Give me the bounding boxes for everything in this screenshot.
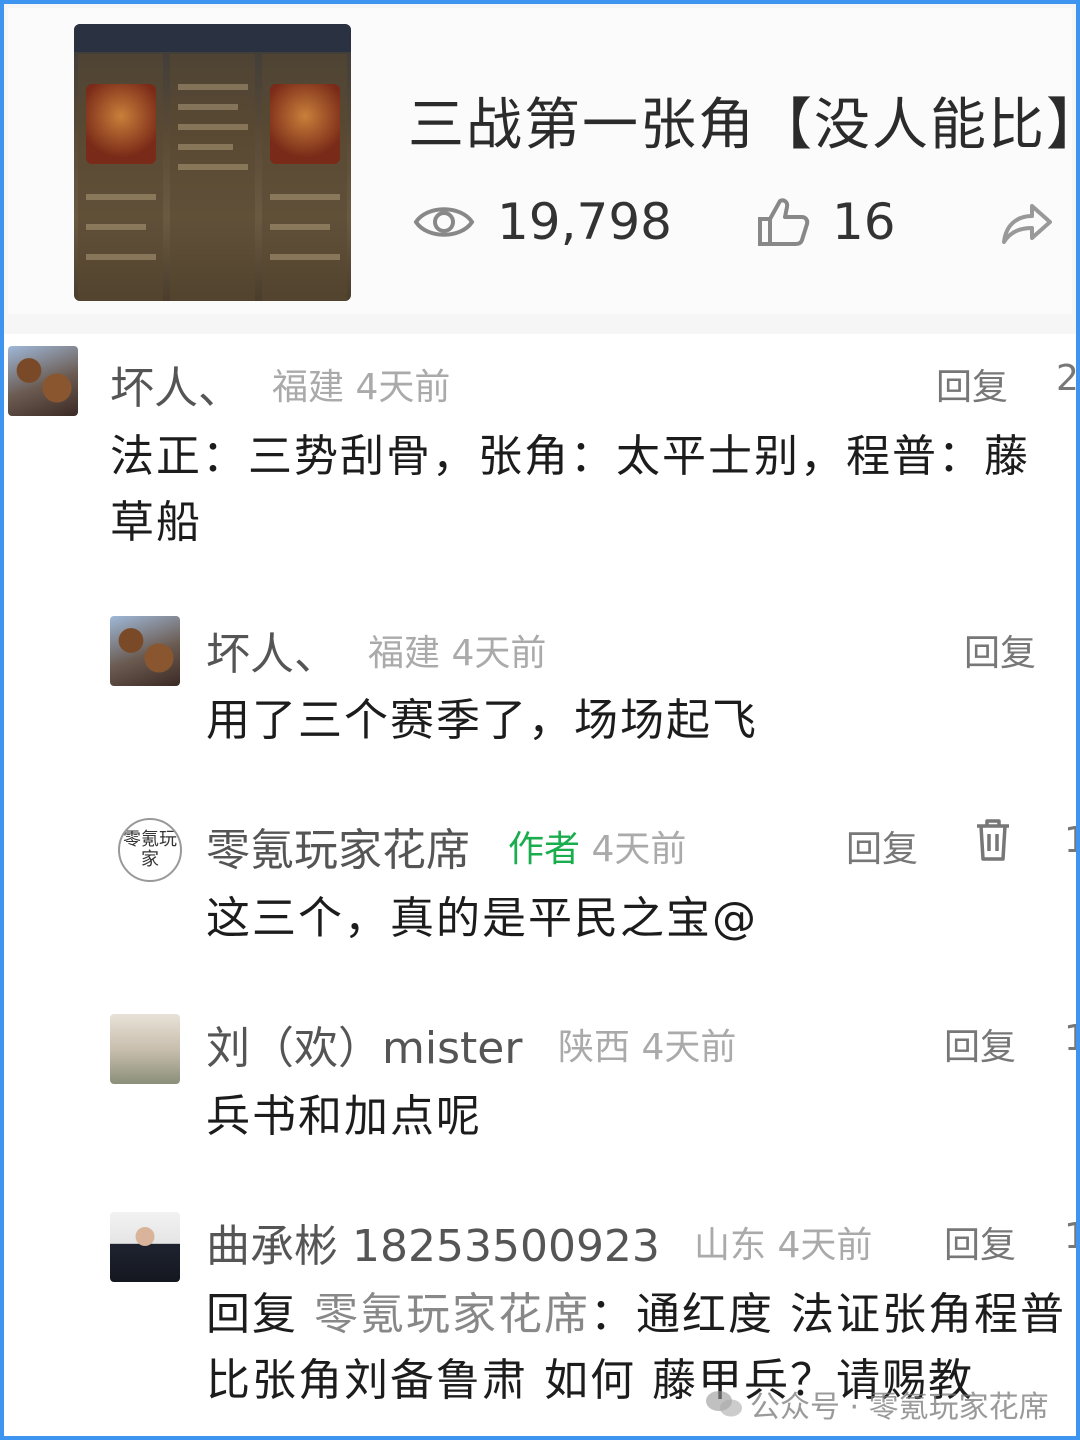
eye-icon xyxy=(413,207,475,237)
comment-text: 回复 零氪玩家花席：通红度 法证张角程普 xyxy=(206,1282,1076,1348)
reply-item: 零氪玩家 零氪玩家花席 作者 4天前 回复 1 这三个，真的是平民之宝@ xyxy=(4,810,1076,960)
location: 福建 xyxy=(272,367,345,408)
like-button[interactable]: 16 xyxy=(756,193,896,251)
timestamp: 4天前 xyxy=(591,829,687,870)
reply-button[interactable]: 回复 xyxy=(936,358,1008,410)
share-button[interactable] xyxy=(998,198,1054,250)
comment-meta: 福建 4天前 xyxy=(272,358,450,410)
username[interactable]: 坏人、 xyxy=(206,618,338,682)
comment-item: 坏人、 福建 4天前 回复 2 法正：三势刮骨，张角：太平士别，程普：藤 草船 xyxy=(4,342,1076,572)
watermark: 公众号 · 零氪玩家花席 xyxy=(704,1382,1049,1426)
comment-meta: 作者 4天前 xyxy=(508,820,686,872)
comment-meta: 福建 4天前 xyxy=(368,624,546,676)
post-title: 三战第一张角【没人能比】 xyxy=(408,93,1080,158)
comment-like-count[interactable]: 1 xyxy=(1064,1018,1076,1059)
reply-item: 坏人、 福建 4天前 回复 用了三个赛季了，场场起飞 xyxy=(4,612,1076,762)
comment-text: 这三个，真的是平民之宝@ xyxy=(206,893,758,944)
post-thumbnail[interactable] xyxy=(74,24,351,301)
location: 山东 xyxy=(694,1225,767,1266)
reply-button[interactable]: 回复 xyxy=(944,1216,1016,1268)
author-badge: 作者 xyxy=(508,829,581,870)
comment-meta: 陕西 4天前 xyxy=(558,1018,736,1070)
avatar[interactable] xyxy=(110,616,180,686)
comment-text-continued: 草船 xyxy=(110,497,202,548)
location: 福建 xyxy=(368,633,441,674)
comment-text: 法正：三势刮骨，张角：太平士别，程普：藤 xyxy=(110,431,1030,482)
comment-text: 用了三个赛季了，场场起飞 xyxy=(206,695,758,746)
username[interactable]: 坏人、 xyxy=(110,352,242,416)
reply-button[interactable]: 回复 xyxy=(944,1018,1016,1070)
avatar[interactable] xyxy=(110,1212,180,1282)
timestamp: 4天前 xyxy=(451,633,547,674)
reply-prefix: 回复 xyxy=(206,1289,298,1340)
thumbs-up-icon xyxy=(758,198,810,246)
comment-text: 兵书和加点呢 xyxy=(206,1091,482,1142)
like-count-value: 16 xyxy=(832,193,896,251)
location: 陕西 xyxy=(558,1027,631,1068)
view-count: 19,798 xyxy=(413,193,672,251)
username[interactable]: 刘（欢）mister xyxy=(206,1012,522,1076)
reply-button[interactable]: 回复 xyxy=(846,820,918,872)
view-count-value: 19,798 xyxy=(497,193,672,251)
reply-to-username[interactable]: 零氪玩家花席 xyxy=(314,1289,590,1340)
avatar[interactable] xyxy=(8,346,78,416)
avatar[interactable] xyxy=(110,1014,180,1084)
delete-button[interactable] xyxy=(974,818,1012,866)
username[interactable]: 曲承彬 18253500923 xyxy=(206,1210,660,1274)
trash-icon xyxy=(977,819,1009,861)
comment-meta: 山东 4天前 xyxy=(694,1216,872,1268)
timestamp: 4天前 xyxy=(355,367,451,408)
comment-text-body: ：通红度 法证张角程普 xyxy=(590,1289,1066,1340)
username[interactable]: 零氪玩家花席 xyxy=(206,814,470,878)
wechat-icon xyxy=(706,1391,742,1417)
timestamp: 4天前 xyxy=(641,1027,737,1068)
timestamp: 4天前 xyxy=(777,1225,873,1266)
avatar[interactable]: 零氪玩家 xyxy=(118,818,182,882)
screenshot-frame: 三战第一张角【没人能比】 19,798 16 坏人、 福建 4天前 回复 2 法… xyxy=(0,0,1080,1440)
comment-like-count[interactable]: 2 xyxy=(1056,358,1076,399)
reply-button[interactable]: 回复 xyxy=(964,624,1036,676)
share-arrow-icon xyxy=(1002,204,1052,244)
post-card[interactable]: 三战第一张角【没人能比】 19,798 16 xyxy=(4,4,1076,334)
comment-like-count[interactable]: 1 xyxy=(1064,820,1076,861)
comment-like-count[interactable]: 1 xyxy=(1064,1216,1076,1257)
reply-item: 刘（欢）mister 陕西 4天前 回复 1 兵书和加点呢 xyxy=(4,1008,1076,1158)
